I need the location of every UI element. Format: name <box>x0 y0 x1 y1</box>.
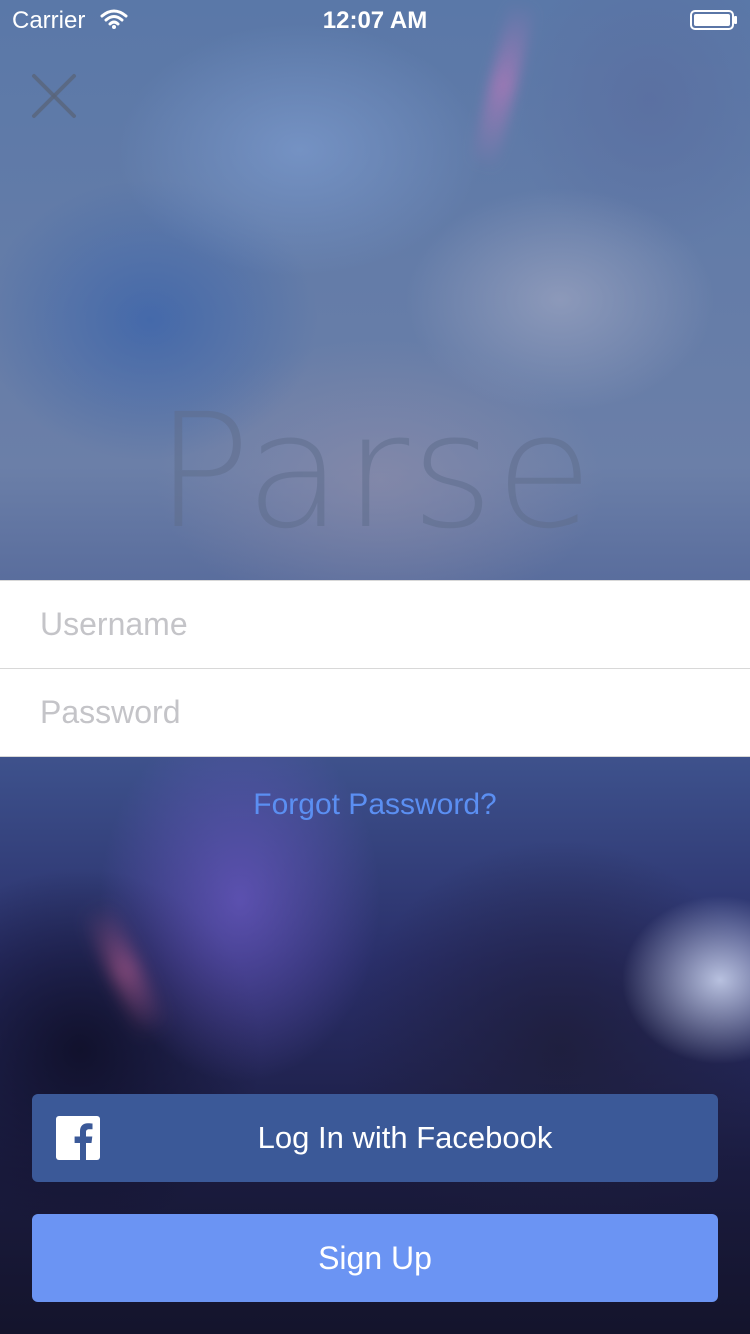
password-field[interactable] <box>0 669 750 756</box>
battery-icon <box>690 10 737 30</box>
clock: 12:07 AM <box>322 7 428 34</box>
login-form <box>0 580 750 757</box>
forgot-password-link[interactable]: Forgot Password? <box>0 788 750 822</box>
login-screen: Carrier 12:07 AM Parse Forgot Password? … <box>0 0 750 1334</box>
close-icon[interactable] <box>28 70 80 122</box>
background-light-streak <box>81 900 169 1040</box>
facebook-icon <box>56 1116 100 1160</box>
parse-logo: Parse <box>155 380 595 564</box>
username-field[interactable] <box>0 581 750 668</box>
status-bar: Carrier 12:07 AM <box>0 0 750 40</box>
signup-button-label: Sign Up <box>318 1239 432 1276</box>
signup-button[interactable]: Sign Up <box>32 1214 718 1302</box>
facebook-button-label: Log In with Facebook <box>257 1120 553 1155</box>
facebook-login-button[interactable]: Log In with Facebook <box>32 1094 718 1182</box>
